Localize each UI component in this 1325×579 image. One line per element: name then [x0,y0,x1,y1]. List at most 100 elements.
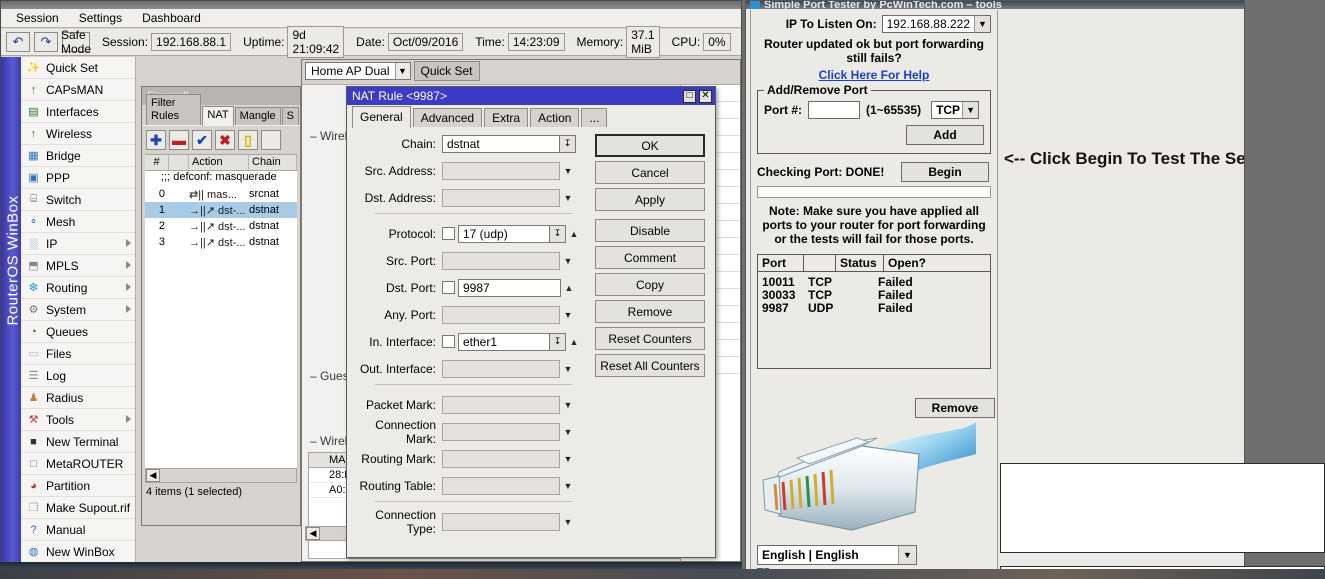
scroll-left-icon[interactable]: ◀ [306,527,320,540]
sidebar-item-capsman[interactable]: ↑CAPsMAN [21,79,135,101]
menu-dashboard[interactable]: Dashboard [133,9,210,27]
chevron-down-icon[interactable]: ▼ [560,360,576,378]
chevron-down-icon[interactable]: ▼ [560,423,576,441]
comment-button[interactable]: Comment [595,246,705,269]
filter-icon[interactable] [261,130,281,150]
sidebar-item-system[interactable]: ⚙System [21,299,135,321]
sidebar-item-tools[interactable]: ⚒Tools [21,409,135,431]
checkbox-dst-port[interactable] [442,281,455,294]
checkbox-in-interface[interactable] [442,335,455,348]
undo-icon[interactable]: ↶ [6,32,30,52]
input-routing-mark[interactable] [442,450,560,468]
table-row[interactable]: 1 →||↗ dst-... dstnat [145,202,297,218]
input-in-interface[interactable]: ether1 [458,333,550,351]
chevron-down-icon[interactable]: ▼ [962,102,978,118]
input-any-port[interactable] [442,306,560,324]
sidebar-item-new-terminal[interactable]: ■New Terminal [21,431,135,453]
tab-mangle[interactable]: Mangle [235,107,281,125]
input-routing-table[interactable] [442,477,560,495]
sidebar-item-wireless[interactable]: ↑Wireless [21,123,135,145]
chevron-down-icon[interactable]: ▼ [560,513,576,531]
firewall-rule-list[interactable]: ;;; defconf: masquerade 0 ⇄|| mas... src… [145,171,297,468]
close-icon[interactable]: ✕ [699,90,712,103]
tab-advanced[interactable]: Advanced [413,108,482,127]
sidebar-item-radius[interactable]: ♟Radius [21,387,135,409]
check-icon[interactable]: ✔ [192,130,212,150]
reset-counters-button[interactable]: Reset Counters [595,327,705,350]
sidebar-item-interfaces[interactable]: ▤Interfaces [21,101,135,123]
tab-filter-rules[interactable]: Filter Rules [146,94,201,125]
copy-button[interactable]: Copy [595,273,705,296]
tab-more[interactable]: ... [581,108,607,127]
input-connection-type[interactable] [442,513,560,531]
input-protocol[interactable]: 17 (udp) [458,225,550,243]
port-number-input[interactable] [808,101,860,119]
table-row[interactable]: 0 ⇄|| mas... srcnat [145,186,297,202]
chevron-down-icon[interactable]: ▼ [560,162,576,180]
sidebar-item-switch[interactable]: ⌸Switch [21,189,135,211]
language-selector[interactable]: English | English ▼ [757,545,917,565]
add-port-button[interactable]: Add [906,125,984,145]
chevron-down-icon[interactable]: ▼ [560,306,576,324]
dropdown-arrow-icon[interactable]: ↧ [560,135,576,153]
sidebar-item-queues[interactable]: ◔Queues [21,321,135,343]
input-packet-mark[interactable] [442,396,560,414]
tab-general[interactable]: General [352,106,411,128]
sidebar-item-metarouter[interactable]: □MetaROUTER [21,453,135,475]
spinner-up-icon[interactable]: ▲ [566,333,582,351]
chevron-down-icon[interactable]: ▼ [898,546,916,564]
sidebar-item-manual[interactable]: ?Manual [21,519,135,541]
input-chain[interactable]: dstnat [442,135,560,153]
cross-icon[interactable]: ✖ [215,130,235,150]
chevron-down-icon[interactable]: ▼ [974,16,990,32]
disable-button[interactable]: Disable [595,219,705,242]
comment-icon[interactable]: ▯ [238,130,258,150]
input-src-port[interactable] [442,252,560,270]
sidebar-item-bridge[interactable]: ▦Bridge [21,145,135,167]
table-row[interactable]: 3 →||↗ dst-... dstnat [145,234,297,250]
table-row[interactable]: 10011 TCP Failed [758,275,990,288]
sidebar-item-ip[interactable]: ░IP [21,233,135,255]
tab-service-ports[interactable]: S [282,107,299,125]
firewall-horizontal-scrollbar[interactable]: ◀ [145,468,297,483]
session-value[interactable]: 192.168.88.1 [151,33,231,51]
sidebar-item-new-winbox[interactable]: ◍New WinBox [21,541,135,563]
reset-all-counters-button[interactable]: Reset All Counters [595,354,705,377]
sidebar-item-log[interactable]: ☰Log [21,365,135,387]
redo-icon[interactable]: ↷ [34,32,58,52]
chevron-down-icon[interactable]: ▼ [560,252,576,270]
table-row[interactable]: 9987 UDP Failed [758,301,990,314]
menu-settings[interactable]: Settings [70,9,131,27]
input-src-address[interactable] [442,162,560,180]
dropdown-arrow-icon[interactable]: ↧ [550,225,566,243]
tab-action[interactable]: Action [530,108,579,127]
dropdown-arrow-icon[interactable]: ↧ [550,333,566,351]
ip-listen-combo[interactable]: 192.168.88.222 ▼ [882,15,991,33]
sidebar-item-ppp[interactable]: ▣PPP [21,167,135,189]
checkbox-protocol[interactable] [442,227,455,240]
spinner-up-icon[interactable]: ▲ [561,279,577,297]
sidebar-item-quick-set[interactable]: ✨Quick Set [21,57,135,79]
chevron-down-icon[interactable]: ▼ [560,450,576,468]
tab-quick-set[interactable]: Quick Set [414,61,480,81]
menu-session[interactable]: Session [7,9,68,27]
input-dst-port[interactable]: 9987 [458,279,561,297]
plus-icon[interactable]: ✚ [146,130,166,150]
sidebar-item-routing[interactable]: ❇Routing [21,277,135,299]
input-dst-address[interactable] [442,189,560,207]
table-row[interactable]: 2 →||↗ dst-... dstnat [145,218,297,234]
protocol-combo[interactable]: TCP ▼ [931,101,979,119]
cancel-button[interactable]: Cancel [595,161,705,184]
safe-mode-button[interactable]: Safe Mode [62,32,90,52]
remove-button[interactable]: Remove [595,300,705,323]
apply-button[interactable]: Apply [595,188,705,211]
scroll-left-icon[interactable]: ◀ [146,469,160,482]
port-results-table[interactable]: Port Status Open? 10011 TCP Failed 30033… [757,254,991,369]
remove-port-button[interactable]: Remove [915,398,995,418]
minus-icon[interactable]: ▬ [169,130,189,150]
sidebar-item-partition[interactable]: ◕Partition [21,475,135,497]
chevron-down-icon[interactable]: ▼ [560,396,576,414]
chevron-down-icon[interactable]: ▼ [560,477,576,495]
input-out-interface[interactable] [442,360,560,378]
tab-extra[interactable]: Extra [484,108,528,127]
